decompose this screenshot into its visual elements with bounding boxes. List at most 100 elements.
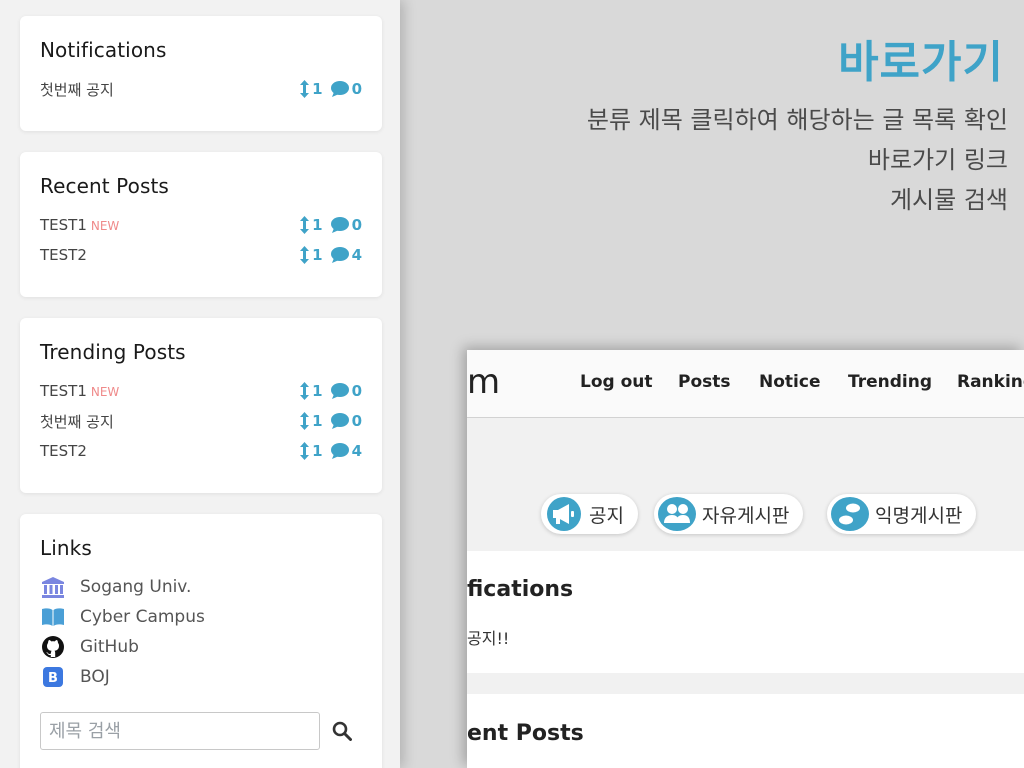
board-notice-button[interactable]: 공지 [541, 494, 638, 534]
comment-icon [330, 383, 349, 399]
github-icon [40, 636, 66, 658]
post-title-text[interactable]: TEST2 [40, 246, 87, 264]
search-input[interactable] [40, 712, 321, 750]
notifications-title[interactable]: Notifications [40, 38, 362, 62]
board-free-button[interactable]: 자유게시판 [654, 494, 804, 534]
post-title-text[interactable]: TEST1 [40, 216, 87, 234]
comment-icon [330, 247, 349, 263]
post-title[interactable]: TEST2 [40, 246, 300, 264]
vote-count: 1 [312, 382, 323, 400]
comment-icon [330, 443, 349, 459]
post-row[interactable]: TEST2 1 4 [40, 240, 362, 270]
link-boj[interactable]: B BOJ [40, 662, 362, 692]
trending-posts-title[interactable]: Trending Posts [40, 340, 362, 364]
book-icon [40, 606, 66, 628]
trending-posts-card: Trending Posts TEST1 NEW 1 0 첫번째 공지 1 0 … [20, 318, 382, 493]
vote-count: 1 [312, 442, 323, 460]
vote-count: 1 [312, 412, 323, 430]
link-label[interactable]: Cyber Campus [80, 607, 205, 627]
post-title[interactable]: 첫번째 공지 [40, 79, 300, 100]
vote-count: 1 [312, 246, 323, 264]
board-label[interactable]: 자유게시판 [702, 501, 789, 528]
nav-notice[interactable]: Notice [759, 372, 820, 392]
link-label[interactable]: Sogang Univ. [80, 577, 191, 597]
svg-text:B: B [48, 671, 58, 686]
shot-notifications-title[interactable]: fications [467, 577, 573, 602]
users-icon [658, 497, 696, 531]
post-stats: 1 0 [300, 80, 362, 98]
board-label[interactable]: 익명게시판 [875, 501, 962, 528]
post-title[interactable]: TEST2 [40, 442, 300, 460]
new-badge: NEW [90, 219, 120, 233]
shot-notifications-card: fications 공지!! [467, 551, 1024, 673]
comment-count: 0 [351, 216, 362, 234]
boj-icon: B [40, 666, 66, 688]
vote-arrows-icon [300, 382, 310, 400]
notifications-card: Notifications 첫번째 공지 1 0 [20, 16, 382, 131]
vote-count: 1 [312, 216, 323, 234]
recent-posts-card: Recent Posts TEST1 NEW 1 0 TEST2 1 4 [20, 152, 382, 297]
post-title-text[interactable]: TEST1 [40, 382, 87, 400]
new-badge: NEW [90, 385, 120, 399]
comment-icon [330, 413, 349, 429]
vote-arrows-icon [300, 216, 310, 234]
post-stats: 1 0 [300, 412, 362, 430]
post-title-text[interactable]: 첫번째 공지 [40, 81, 114, 99]
shot-navbar: m Log out Posts Notice Trending Ranking [467, 350, 1024, 418]
post-stats: 1 0 [300, 216, 362, 234]
comment-icon [330, 81, 349, 97]
nav-posts[interactable]: Posts [678, 372, 731, 392]
nav-ranking[interactable]: Ranking [957, 372, 1024, 392]
comment-count: 4 [351, 246, 362, 264]
post-title-text[interactable]: 첫번째 공지 [40, 413, 114, 431]
link-sogang[interactable]: Sogang Univ. [40, 572, 362, 602]
post-title[interactable]: TEST1 NEW [40, 382, 300, 400]
description-line: 게시물 검색 [889, 186, 1008, 214]
link-cyber-campus[interactable]: Cyber Campus [40, 602, 362, 632]
post-title-text[interactable]: TEST2 [40, 442, 87, 460]
comment-count: 4 [351, 442, 362, 460]
post-stats: 1 4 [300, 246, 362, 264]
post-row[interactable]: TEST2 1 4 [40, 436, 362, 466]
post-title[interactable]: 첫번째 공지 [40, 411, 300, 432]
description-line: 바로가기 링크 [867, 146, 1008, 174]
nav-trending[interactable]: Trending [848, 372, 932, 392]
search-button[interactable] [322, 712, 362, 750]
university-icon [40, 576, 66, 598]
shot-notification-item[interactable]: 공지!! [467, 625, 509, 649]
post-row[interactable]: TEST1 NEW 1 0 [40, 210, 362, 240]
shot-recent-title[interactable]: ent Posts [467, 721, 584, 746]
comment-count: 0 [351, 412, 362, 430]
post-row[interactable]: 첫번째 공지 1 0 [40, 406, 362, 436]
vote-arrows-icon [300, 412, 310, 430]
megaphone-icon [547, 497, 581, 531]
embedded-screenshot: m Log out Posts Notice Trending Ranking … [467, 350, 1024, 768]
link-label[interactable]: BOJ [80, 667, 110, 687]
post-row[interactable]: 첫번째 공지 1 0 [40, 74, 362, 104]
sidebar: Notifications 첫번째 공지 1 0 Recent Posts TE… [0, 0, 400, 768]
post-stats: 1 4 [300, 442, 362, 460]
vote-arrows-icon [300, 442, 310, 460]
shot-logo[interactable]: m [467, 362, 500, 402]
footprints-icon [831, 497, 869, 531]
links-title: Links [40, 536, 92, 560]
post-stats: 1 0 [300, 382, 362, 400]
shot-recent-card: ent Posts [467, 694, 1024, 768]
comment-count: 0 [351, 80, 362, 98]
link-label[interactable]: GitHub [80, 637, 139, 657]
board-label[interactable]: 공지 [589, 501, 624, 528]
board-anonymous-button[interactable]: 익명게시판 [827, 494, 977, 534]
recent-posts-title[interactable]: Recent Posts [40, 174, 362, 198]
vote-count: 1 [312, 80, 323, 98]
vote-arrows-icon [300, 80, 310, 98]
comment-icon [330, 217, 349, 233]
comment-count: 0 [351, 382, 362, 400]
description-line: 분류 제목 클릭하여 해당하는 글 목록 확인 [586, 106, 1008, 134]
nav-logout[interactable]: Log out [580, 372, 653, 392]
search-row [40, 712, 362, 750]
vote-arrows-icon [300, 246, 310, 264]
post-row[interactable]: TEST1 NEW 1 0 [40, 376, 362, 406]
link-github[interactable]: GitHub [40, 632, 362, 662]
post-title[interactable]: TEST1 NEW [40, 216, 300, 234]
headline: 바로가기 [838, 37, 1004, 88]
